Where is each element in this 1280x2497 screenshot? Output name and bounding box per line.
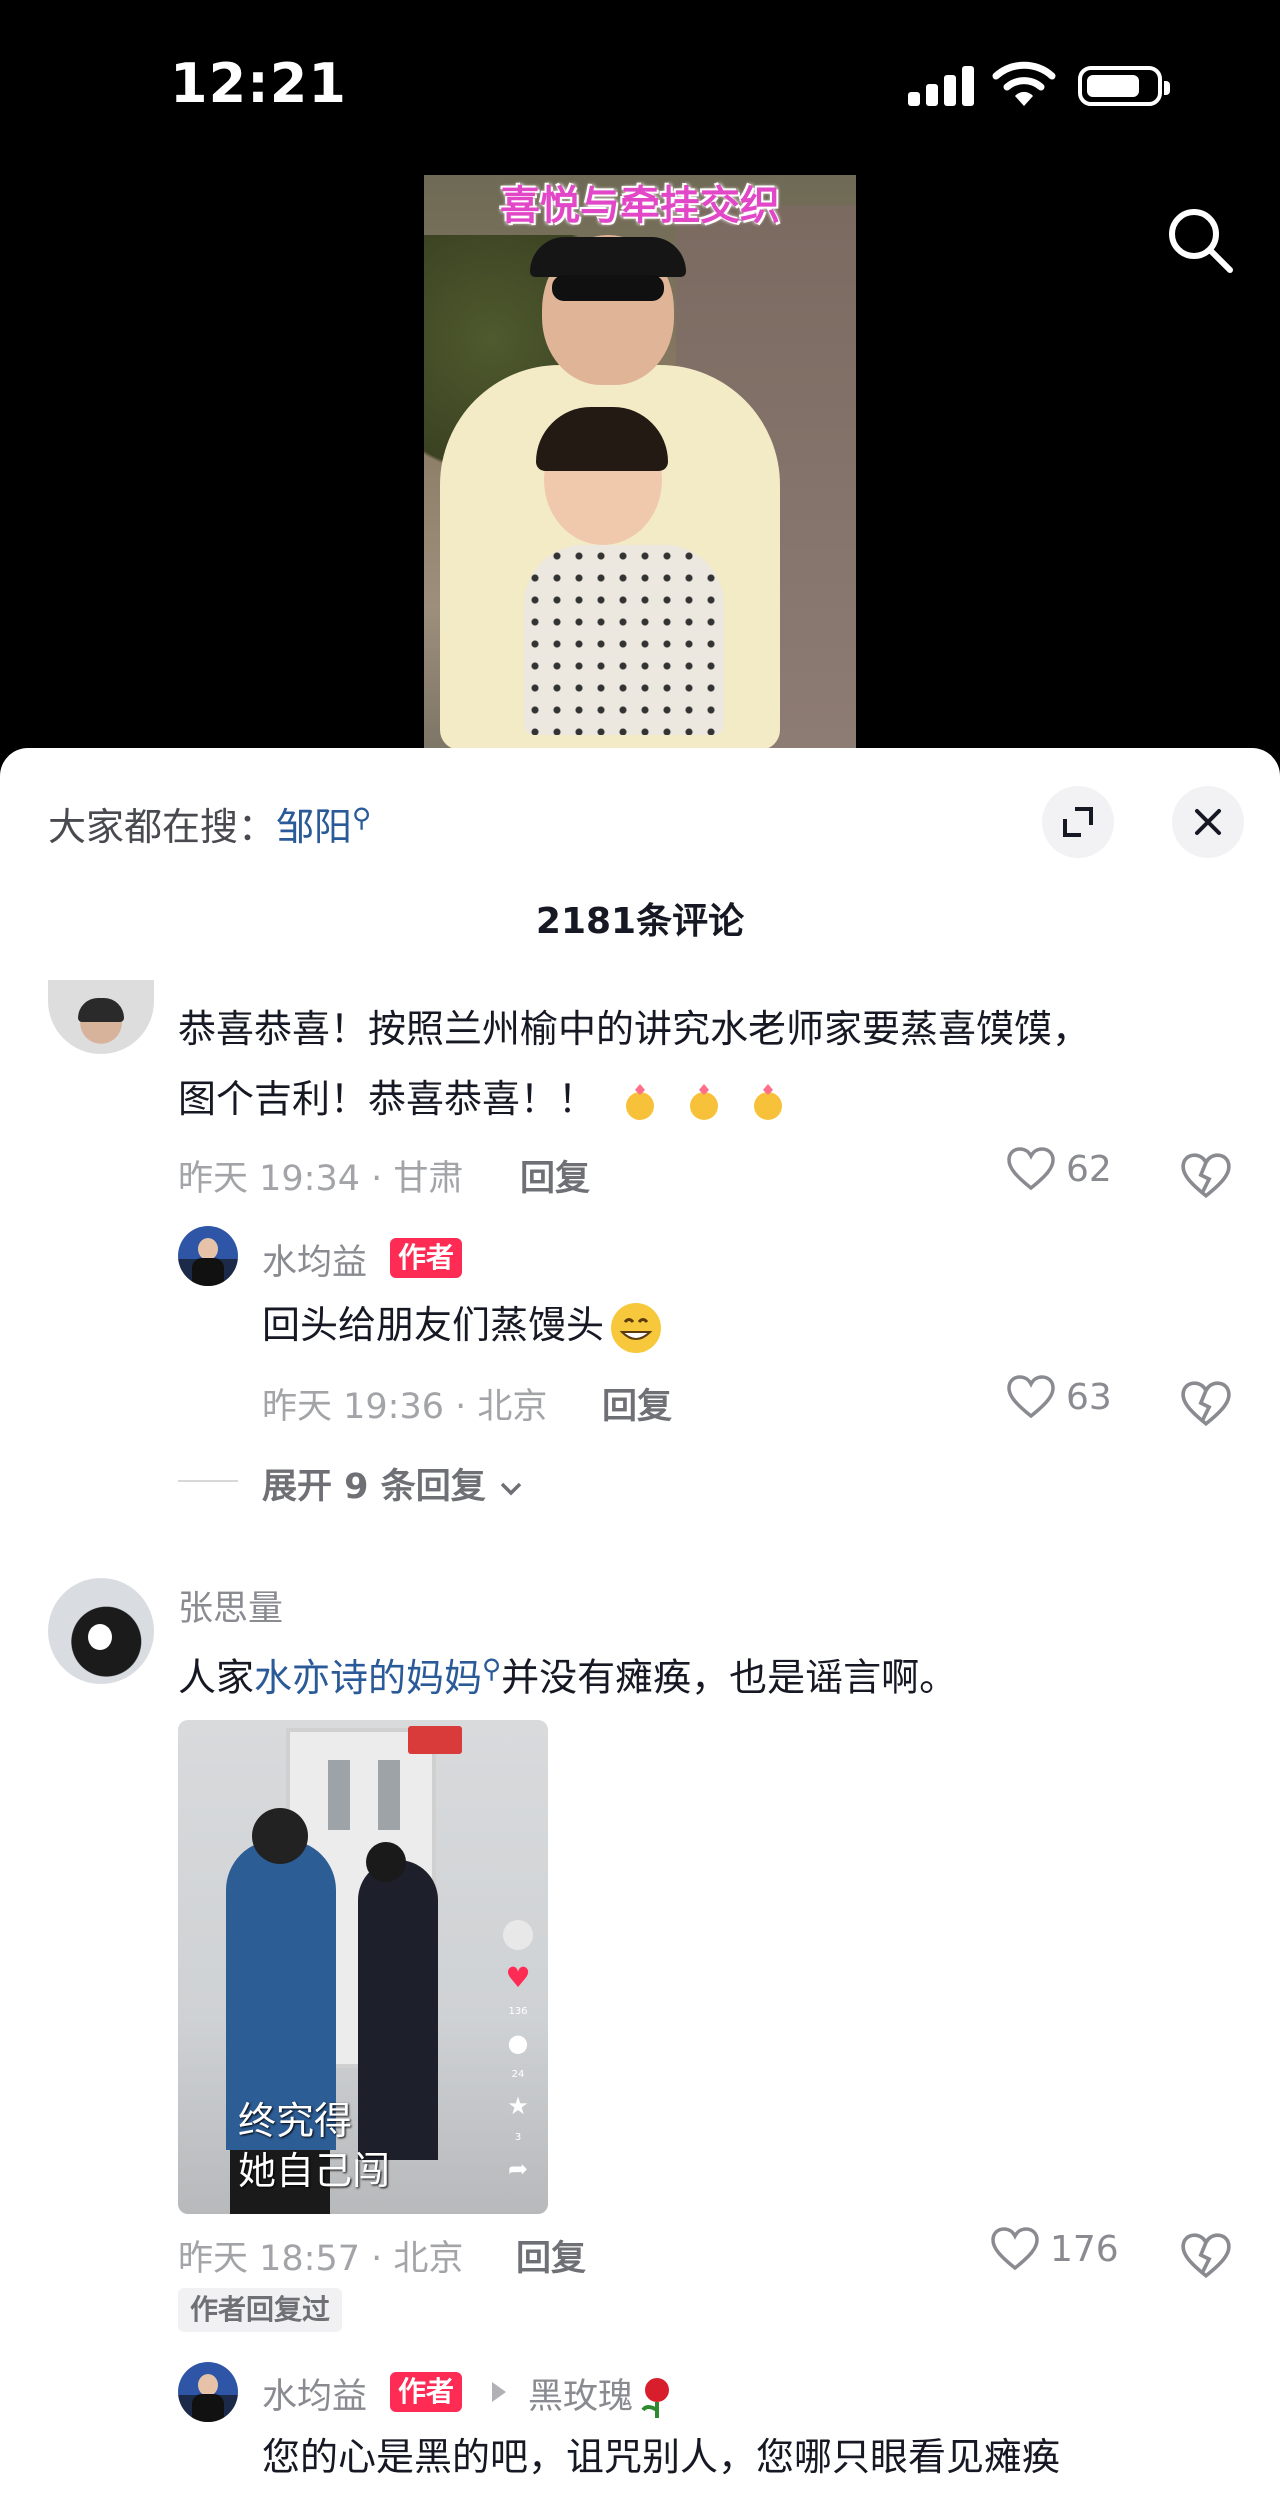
heart-icon — [1007, 1147, 1055, 1191]
like-button[interactable]: 63 — [1006, 1374, 1112, 1420]
reply-button[interactable]: 回复 — [516, 2230, 586, 2281]
reply-time-location: 昨天 19:36 · 北京 — [262, 1387, 548, 1427]
expand-divider — [178, 1480, 238, 1482]
reply-username[interactable]: 水均益 — [262, 2368, 367, 2419]
close-icon — [1195, 809, 1221, 835]
battery-icon — [1078, 66, 1170, 106]
expand-button[interactable] — [1042, 786, 1114, 858]
comment-count-title: 2181条评论 — [535, 901, 745, 942]
comment-time-location: 昨天 18:57 · 北京 — [178, 2239, 464, 2279]
like-button[interactable]: 176 — [990, 2226, 1119, 2272]
close-button[interactable] — [1172, 786, 1244, 858]
reply-username[interactable]: 水均益 — [262, 1234, 367, 1285]
comment-text: 恭喜恭喜！按照兰州榆中的讲究水老师家要蒸喜馍馍， — [178, 1007, 1091, 1051]
dislike-icon[interactable] — [1180, 1378, 1232, 1430]
author-tag: 作者 — [390, 2372, 463, 2412]
comment-icon: ● — [507, 2029, 529, 2057]
favorite-count: 3 — [514, 2132, 522, 2143]
heart-icon — [991, 2227, 1039, 2271]
avatar[interactable] — [178, 2362, 238, 2422]
like-count: 136 — [508, 2006, 528, 2017]
search-link[interactable]: 水亦诗的妈妈⚲ — [254, 1654, 502, 1700]
hot-search-prefix: 大家都在搜： — [48, 805, 277, 849]
star-icon: ★ — [507, 2092, 529, 2120]
image-side-toolbar: ♥ 136 ● 24 ★ 3 ➦ — [498, 1920, 538, 2181]
finger-heart-emoji — [690, 1083, 719, 1120]
reply-button[interactable]: 回复 — [602, 1378, 672, 1429]
hot-search-keyword[interactable]: 邹阳 — [276, 805, 352, 849]
search-icon[interactable] — [1160, 200, 1240, 280]
author-replied-badge: 作者回复过 — [178, 2288, 343, 2332]
image-caption: 终究得 她自己闯 — [238, 2099, 391, 2193]
comment-text: 人家水亦诗的妈妈⚲并没有瘫痪，也是谣言啊。 — [178, 1654, 958, 1700]
reply-text: 回头给朋友们蒸馒头 — [262, 1296, 664, 1356]
hot-search-bar[interactable]: 大家都在搜：邹阳⚲ — [48, 796, 371, 851]
video-overlay-title: 喜悦与牵挂交织 — [500, 183, 780, 229]
search-keyword-icon: ⚲ — [352, 803, 372, 834]
triangle-right-icon — [492, 2382, 506, 2402]
grin-emoji — [611, 1302, 662, 1353]
comment-text-line2: 图个吉利！恭喜恭喜！！ — [178, 1070, 800, 1128]
avatar[interactable] — [48, 1578, 154, 1684]
expand-icon — [1063, 807, 1093, 837]
author-tag: 作者 — [390, 1238, 463, 1278]
comment-sheet: 大家都在搜：邹阳⚲ 2181条评论 恭喜恭喜！按照兰州榆中的讲究水老师家要蒸喜馍… — [0, 748, 1280, 2497]
comment-username[interactable]: 张思量 — [178, 1580, 283, 1631]
finger-heart-emoji — [626, 1083, 655, 1120]
heart-icon — [1007, 1375, 1055, 1419]
video-thumbnail[interactable]: 喜悦与牵挂交织 — [424, 175, 856, 750]
status-time: 12:21 — [170, 52, 347, 115]
avatar[interactable] — [178, 1226, 238, 1286]
like-count: 63 — [1066, 1376, 1112, 1418]
avatar[interactable] — [48, 980, 154, 1054]
dislike-icon[interactable] — [1180, 2230, 1232, 2282]
comment-image[interactable]: ♥ 136 ● 24 ★ 3 ➦ 终究得 她自己闯 — [178, 1720, 548, 2214]
comment-time-location: 昨天 19:34 · 甘肃 — [178, 1159, 464, 1199]
expand-replies-button[interactable]: 展开 9 条回复 — [262, 1458, 524, 1509]
reply-to-username[interactable]: 黑玫瑰 — [528, 2368, 677, 2420]
like-count: 176 — [1050, 2228, 1119, 2270]
search-keyword-icon: ⚲ — [482, 1654, 502, 1684]
reply-button[interactable]: 回复 — [520, 1150, 590, 1201]
finger-heart-emoji — [754, 1083, 783, 1120]
comment-count: 24 — [511, 2069, 525, 2080]
reply-text: 您的心是黑的吧，诅咒别人，您哪只眼看见瘫痪 — [262, 2435, 1061, 2479]
rose-emoji — [641, 2378, 670, 2418]
heart-icon: ♥ — [505, 1961, 531, 1994]
dislike-icon[interactable] — [1180, 1150, 1232, 1202]
wifi-icon — [992, 61, 1056, 106]
share-icon: ➦ — [507, 2155, 529, 2183]
cellular-signal-icon — [908, 66, 974, 106]
expand-replies-label: 展开 9 条回复 — [262, 1467, 486, 1507]
like-count: 62 — [1066, 1148, 1112, 1190]
like-button[interactable]: 62 — [1006, 1146, 1112, 1192]
status-bar: 12:21 — [0, 0, 1280, 150]
avatar — [503, 1920, 533, 1950]
chevron-down-icon — [500, 1482, 522, 1496]
